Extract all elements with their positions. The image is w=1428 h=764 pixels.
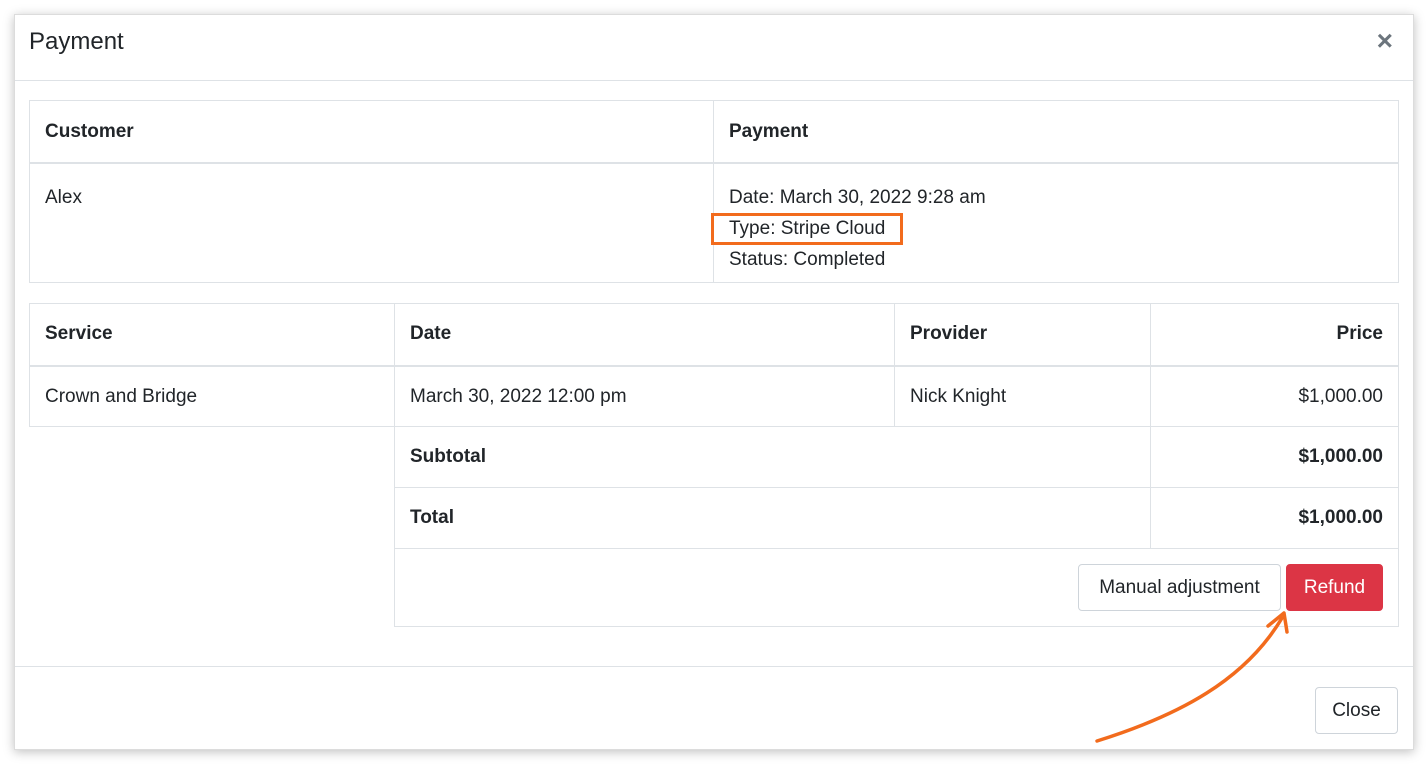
payment-date: Date: March 30, 2022 9:28 am <box>729 186 986 208</box>
subtotal-value: $1,000.00 <box>1150 426 1399 488</box>
total-value: $1,000.00 <box>1150 487 1399 549</box>
subtotal-label: Subtotal <box>394 426 1151 488</box>
modal-title: Payment <box>29 28 124 55</box>
payment-type: Type: Stripe Cloud <box>711 212 904 245</box>
total-label: Total <box>394 487 1151 549</box>
modal-footer <box>15 666 1413 751</box>
table-row: Crown and Bridge March 30, 2022 12:00 pm… <box>29 365 1399 427</box>
service-cell: Crown and Bridge <box>29 365 395 427</box>
refund-button[interactable]: Refund <box>1286 564 1383 611</box>
payment-info-table: Customer Payment Alex Date: March 30, 20… <box>29 100 1399 283</box>
close-button[interactable]: Close <box>1315 687 1398 734</box>
provider-header: Provider <box>894 303 1151 367</box>
date-header: Date <box>394 303 895 367</box>
price-header: Price <box>1150 303 1399 367</box>
payment-status: Status: Completed <box>729 248 886 270</box>
close-icon[interactable]: × <box>1371 25 1399 57</box>
payment-details: Date: March 30, 2022 9:28 am Type: Strip… <box>711 162 1399 283</box>
date-cell: March 30, 2022 12:00 pm <box>394 365 895 427</box>
total-row: Total $1,000.00 <box>30 487 1399 549</box>
subtotal-row: Subtotal $1,000.00 <box>29 426 1399 488</box>
payment-header: Payment <box>713 100 1399 164</box>
service-header: Service <box>29 303 395 367</box>
payment-modal: Payment × Customer Payment Alex Date: Ma… <box>14 14 1414 750</box>
price-cell: $1,000.00 <box>1150 365 1399 427</box>
provider-cell: Nick Knight <box>894 365 1151 427</box>
customer-header: Customer <box>29 100 714 164</box>
manual-adjustment-button[interactable]: Manual adjustment <box>1078 564 1281 611</box>
modal-header: Payment × <box>15 15 1413 81</box>
customer-name: Alex <box>29 162 714 283</box>
